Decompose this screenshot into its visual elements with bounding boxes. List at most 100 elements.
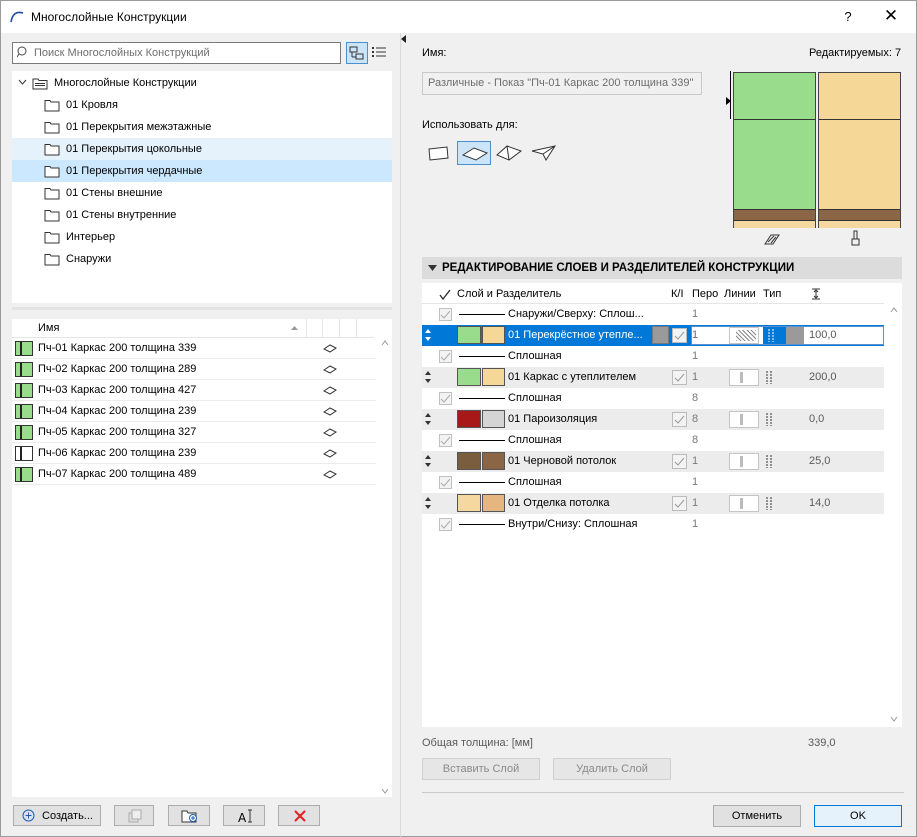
separator-row[interactable]: Сплошная 1: [422, 472, 884, 493]
pen-value[interactable]: 1: [692, 476, 698, 488]
tree-folder-item[interactable]: 01 Стены внешние: [12, 182, 392, 204]
skin-type-icon[interactable]: [763, 412, 781, 427]
close-button[interactable]: ✕: [879, 6, 903, 28]
layer-fill-swatch[interactable]: [457, 494, 481, 512]
layer-thickness[interactable]: 0,0: [809, 413, 824, 425]
tree-folder-item[interactable]: 01 Кровля: [12, 94, 392, 116]
skin-type-icon[interactable]: [763, 454, 781, 469]
tree-folder-item[interactable]: 01 Стены внутренние: [12, 204, 392, 226]
skin-type-icon[interactable]: [763, 496, 781, 511]
drag-handle-icon[interactable]: [424, 370, 432, 384]
list-view-button[interactable]: [369, 42, 391, 64]
use-for-slab-button[interactable]: [457, 141, 491, 165]
tree-root[interactable]: Многослойные Конструкции: [12, 72, 392, 94]
delete-button[interactable]: [278, 805, 320, 826]
separator-checkbox[interactable]: [439, 518, 452, 531]
list-item[interactable]: Пч-05 Каркас 200 толщина 327: [12, 422, 376, 443]
ok-button[interactable]: OK: [814, 805, 902, 827]
table-scrollbar[interactable]: [886, 283, 902, 727]
use-for-shell-button[interactable]: [527, 141, 561, 165]
tree-folder-item[interactable]: 01 Перекрытия межэтажные: [12, 116, 392, 138]
pen-value[interactable]: 8: [692, 413, 698, 425]
separator-row[interactable]: Снаружи/Сверху: Сплош... 1: [422, 304, 884, 325]
layer-fill-swatch[interactable]: [457, 410, 481, 428]
cancel-button[interactable]: Отменить: [713, 805, 801, 827]
insert-layer-button[interactable]: Вставить Слой: [422, 758, 540, 780]
tree-folder-item[interactable]: 01 Перекрытия цокольные: [12, 138, 392, 160]
skin-type-icon[interactable]: [763, 370, 781, 385]
line-type-field-selected[interactable]: [729, 327, 759, 344]
separator-row[interactable]: Сплошная 8: [422, 388, 884, 409]
pen-value[interactable]: 8: [692, 392, 698, 404]
separator-checkbox[interactable]: [439, 350, 452, 363]
tree-folder-item[interactable]: 01 Перекрытия чердачные: [12, 160, 392, 182]
skin-type-icon-selected[interactable]: [765, 328, 783, 343]
layer-row[interactable]: 01 Черновой потолок 1 25,0: [422, 451, 884, 472]
section-header[interactable]: РЕДАКТИРОВАНИЕ СЛОЕВ И РАЗДЕЛИТЕЛЕЙ КОНС…: [422, 257, 902, 279]
layer-fill-bg-swatch[interactable]: [482, 368, 505, 386]
fill-picker-button[interactable]: [652, 326, 669, 344]
layer-fill-swatch[interactable]: [457, 368, 481, 386]
pen-value[interactable]: 1: [692, 371, 698, 383]
tree-folder-item[interactable]: Снаружи: [12, 248, 392, 270]
core-checkbox[interactable]: [672, 454, 687, 469]
core-checkbox[interactable]: [672, 328, 687, 343]
pen-value[interactable]: 1: [692, 308, 698, 320]
layer-fill-swatch[interactable]: [457, 452, 481, 470]
pen-value-selected[interactable]: 1: [692, 329, 698, 341]
layer-row[interactable]: 01 Пароизоляция 8 0,0: [422, 409, 884, 430]
separator-checkbox[interactable]: [439, 476, 452, 489]
panel-splitter[interactable]: [12, 307, 392, 310]
list-item[interactable]: Пч-02 Каркас 200 толщина 289: [12, 359, 376, 380]
check-all-icon[interactable]: [439, 289, 453, 301]
core-checkbox[interactable]: [672, 496, 687, 511]
list-item[interactable]: Пч-03 Каркас 200 толщина 427: [12, 380, 376, 401]
layer-row[interactable]: 01 Каркас с утеплителем 1 200,0: [422, 367, 884, 388]
layer-thickness-selected[interactable]: 100,0: [809, 329, 837, 341]
list-item[interactable]: Пч-07 Каркас 200 толщина 489: [12, 464, 376, 485]
core-checkbox[interactable]: [672, 370, 687, 385]
separator-checkbox[interactable]: [439, 392, 452, 405]
use-for-wall-button[interactable]: [422, 141, 456, 165]
separator-row[interactable]: Сплошная 1: [422, 346, 884, 367]
cut-fill-icon[interactable]: [763, 232, 781, 246]
pen-value[interactable]: 8: [692, 434, 698, 446]
layer-fill-bg-swatch[interactable]: [482, 494, 505, 512]
tree-view-button[interactable]: [346, 42, 368, 64]
layer-row[interactable]: 01 Перекрёстное утепле...1100,01100,0: [422, 325, 884, 346]
layer-fill-bg-swatch[interactable]: [482, 326, 505, 344]
duplicate-button[interactable]: [114, 805, 154, 826]
layer-thickness[interactable]: 14,0: [809, 497, 830, 509]
use-for-roof-button[interactable]: [492, 141, 526, 165]
layer-row[interactable]: 01 Отделка потолка 1 14,0: [422, 493, 884, 514]
pen-value[interactable]: 1: [692, 350, 698, 362]
type-picker-button[interactable]: [786, 327, 804, 344]
layer-thickness[interactable]: 25,0: [809, 455, 830, 467]
create-button[interactable]: Создать...: [13, 805, 101, 826]
pen-value[interactable]: 1: [692, 455, 698, 467]
separator-checkbox[interactable]: [439, 434, 452, 447]
separator-row[interactable]: Сплошная 8: [422, 430, 884, 451]
pen-value[interactable]: 1: [692, 497, 698, 509]
drag-handle-icon[interactable]: [424, 496, 432, 510]
line-type-field[interactable]: [729, 369, 759, 386]
list-item[interactable]: Пч-01 Каркас 200 толщина 339: [12, 338, 376, 359]
collapse-arrow-icon[interactable]: [401, 35, 407, 43]
line-type-field[interactable]: [729, 453, 759, 470]
list-scrollbar[interactable]: [378, 338, 392, 797]
layer-fill-bg-swatch[interactable]: [482, 410, 505, 428]
separator-row[interactable]: Внутри/Снизу: Сплошная 1: [422, 514, 884, 535]
drag-handle-icon[interactable]: [424, 454, 432, 468]
separator-checkbox[interactable]: [439, 308, 452, 321]
help-button[interactable]: ?: [836, 9, 860, 27]
list-item[interactable]: Пч-06 Каркас 200 толщина 239: [12, 443, 376, 464]
layer-fill-swatch[interactable]: [457, 326, 481, 344]
new-folder-button[interactable]: [168, 805, 210, 826]
drag-handle-icon[interactable]: [424, 412, 432, 426]
list-header[interactable]: Имя: [12, 319, 374, 338]
pen-value[interactable]: 1: [692, 518, 698, 530]
tree-folder-item[interactable]: Интерьер: [12, 226, 392, 248]
brush-icon[interactable]: [850, 230, 862, 247]
core-checkbox[interactable]: [672, 412, 687, 427]
layer-fill-bg-swatch[interactable]: [482, 452, 505, 470]
